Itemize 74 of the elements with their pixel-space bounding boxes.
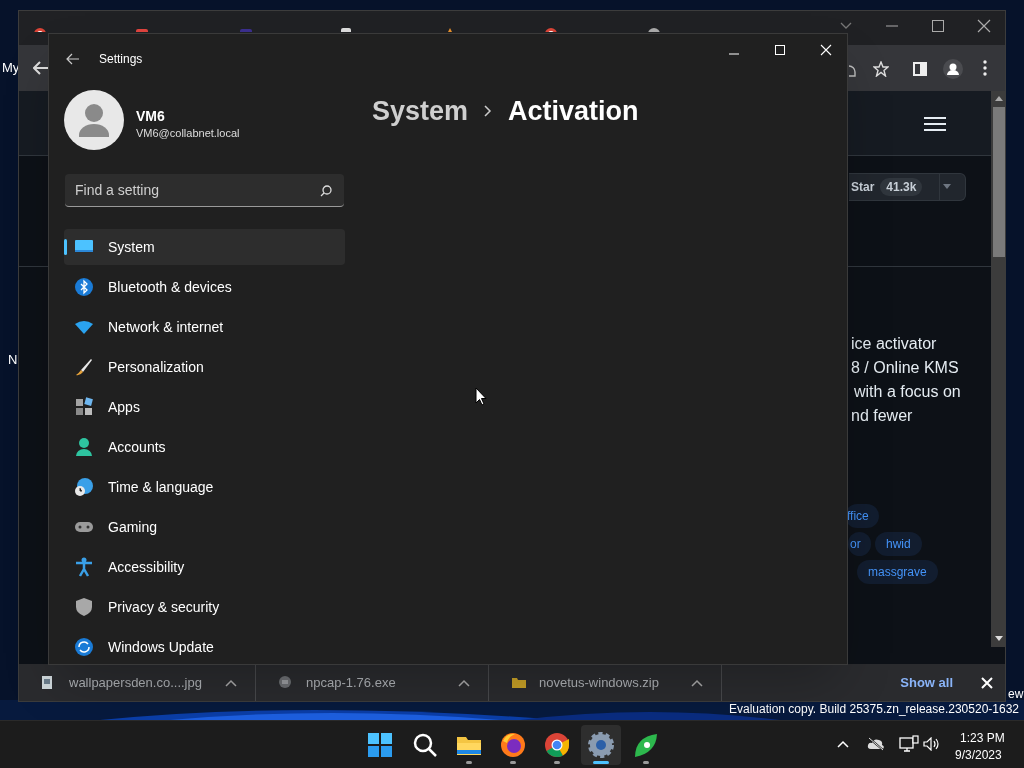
description-text: ice activator [851,334,937,354]
search-icon [320,185,332,197]
back-arrow-icon[interactable] [33,61,49,75]
start-icon [366,731,394,759]
topic-tag[interactable]: or [848,532,871,556]
more-options-icon[interactable] [983,60,987,76]
maximize-icon[interactable] [931,19,945,33]
description-text: 8 / Online KMS [851,358,959,378]
scrollbar[interactable] [991,91,1005,647]
nav-item[interactable]: System [64,229,345,265]
globe-clock-icon [74,477,94,497]
nav-item[interactable]: Apps [64,389,345,425]
window-title: Settings [99,51,143,68]
nav-item[interactable]: Accounts [64,429,345,465]
nav-item[interactable]: Time & language [64,469,345,505]
chevron-right-icon [484,105,493,118]
scroll-up-icon[interactable] [995,96,1003,101]
apps-icon [74,397,94,417]
profile-icon[interactable] [943,59,963,79]
page-title: Activation [508,95,639,128]
user-name: VM6 [136,107,165,126]
show-all-link[interactable]: Show all [900,672,953,693]
avatar-icon [64,90,124,150]
user-email: VM6@collabnet.local [136,126,240,141]
share-icon[interactable] [849,63,857,77]
sidebar-icon[interactable] [913,62,927,76]
search-icon [411,731,439,759]
nav-item[interactable]: Network & internet [64,309,345,345]
nav-item[interactable]: Personalization [64,349,345,385]
disc-icon [278,675,294,690]
person-icon [74,437,94,457]
star-button[interactable]: Star 41.3k [849,173,966,201]
star-icon[interactable] [873,61,889,77]
caret-down-icon[interactable] [943,184,951,189]
chevron-down-icon[interactable] [839,21,853,31]
watermark-text: Evaluation copy. Build 25375.zn_release.230520-1632 [729,701,1019,718]
taskbar-button[interactable] [581,725,621,765]
fox-icon [499,731,527,759]
bluetooth-icon [74,277,94,297]
topic-tag[interactable]: hwid [875,532,922,556]
clock-time[interactable]: 1:23 PM [960,729,1005,747]
desktop-icon-label[interactable]: N [8,350,18,370]
folder-icon [511,675,527,690]
scroll-down-icon[interactable] [995,636,1003,641]
nav-item[interactable]: Privacy & security [64,589,345,625]
description-text: with a focus on [854,382,961,402]
desktop-icon-label[interactable]: My [2,58,20,78]
watermark-text: ew [1008,686,1024,703]
brush-icon [74,357,94,377]
nav-item[interactable]: Gaming [64,509,345,545]
leaf-icon [632,731,660,759]
accessibility-icon [74,557,94,577]
nav-item[interactable]: Accessibility [64,549,345,585]
volume-icon[interactable] [923,737,941,751]
chrome-icon [543,731,571,759]
star-count: 41.3k [880,178,923,196]
close-icon[interactable] [977,19,991,33]
search-field[interactable]: Find a setting [65,174,344,207]
gear-icon [587,731,615,759]
back-arrow-icon[interactable] [66,53,80,65]
nav-item[interactable]: Bluetooth & devices [64,269,345,305]
topic-tag[interactable]: massgrave [857,560,938,584]
cloud-off-icon[interactable] [867,737,885,751]
shield-icon [74,597,94,617]
cursor-icon [475,387,487,406]
nav-item[interactable]: Windows Update [64,629,345,665]
description-text: nd fewer [851,406,913,426]
scrollbar-thumb[interactable] [993,107,1005,257]
refresh-icon [74,637,94,657]
breadcrumb-link[interactable]: System [372,91,469,132]
clock-date[interactable]: 9/3/2023 [955,746,1002,764]
selection-indicator [64,239,67,255]
menu-icon[interactable] [923,116,947,132]
network-icon[interactable] [899,735,919,753]
